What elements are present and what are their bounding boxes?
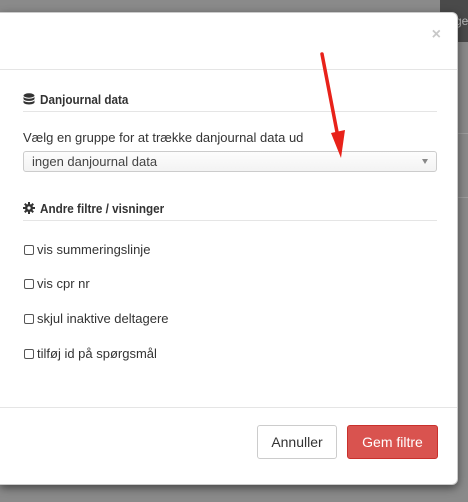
save-filters-button[interactable]: Gem filtre <box>347 425 438 459</box>
summary-line-checkbox[interactable] <box>24 244 34 255</box>
option-label: vis summeringslinje <box>37 242 151 257</box>
filters-section-title: Andre filtre / visninger <box>23 196 437 221</box>
hide-inactive-checkbox[interactable] <box>24 313 34 324</box>
danjournal-section-title: Danjournal data <box>23 87 437 112</box>
option-hide-inactive[interactable]: skjul inaktive deltagere <box>24 311 169 326</box>
background-divider <box>458 133 468 134</box>
option-label: skjul inaktive deltagere <box>37 311 169 326</box>
modal-footer: Annuller Gem filtre <box>0 407 457 484</box>
show-cpr-checkbox[interactable] <box>24 278 34 289</box>
danjournal-group-select[interactable]: ingen danjournal data <box>23 151 437 172</box>
modal-body: Danjournal data Vælg en gruppe for at tr… <box>0 70 457 410</box>
section-title-label: Andre filtre / visninger <box>40 200 165 216</box>
option-label: tilføj id på spørgsmål <box>37 346 157 361</box>
option-summary-line[interactable]: vis summeringslinje <box>24 242 150 257</box>
add-question-id-checkbox[interactable] <box>24 348 34 359</box>
option-label: vis cpr nr <box>37 276 90 291</box>
filter-modal: × Danjournal data Vælg en gruppe for at … <box>0 12 458 485</box>
modal-header: × <box>0 13 457 70</box>
option-add-question-id[interactable]: tilføj id på spørgsmål <box>24 346 157 361</box>
danjournal-select-label: Vælg en gruppe for at trække danjournal … <box>23 130 304 145</box>
section-title-label: Danjournal data <box>40 91 129 107</box>
cancel-button[interactable]: Annuller <box>257 425 337 459</box>
close-button[interactable]: × <box>432 27 441 43</box>
background-divider <box>458 197 468 198</box>
gear-icon <box>23 201 36 215</box>
option-show-cpr[interactable]: vis cpr nr <box>24 276 90 291</box>
database-icon <box>23 92 36 106</box>
select-value: ingen danjournal data <box>32 154 158 169</box>
chevron-down-icon <box>422 159 428 164</box>
